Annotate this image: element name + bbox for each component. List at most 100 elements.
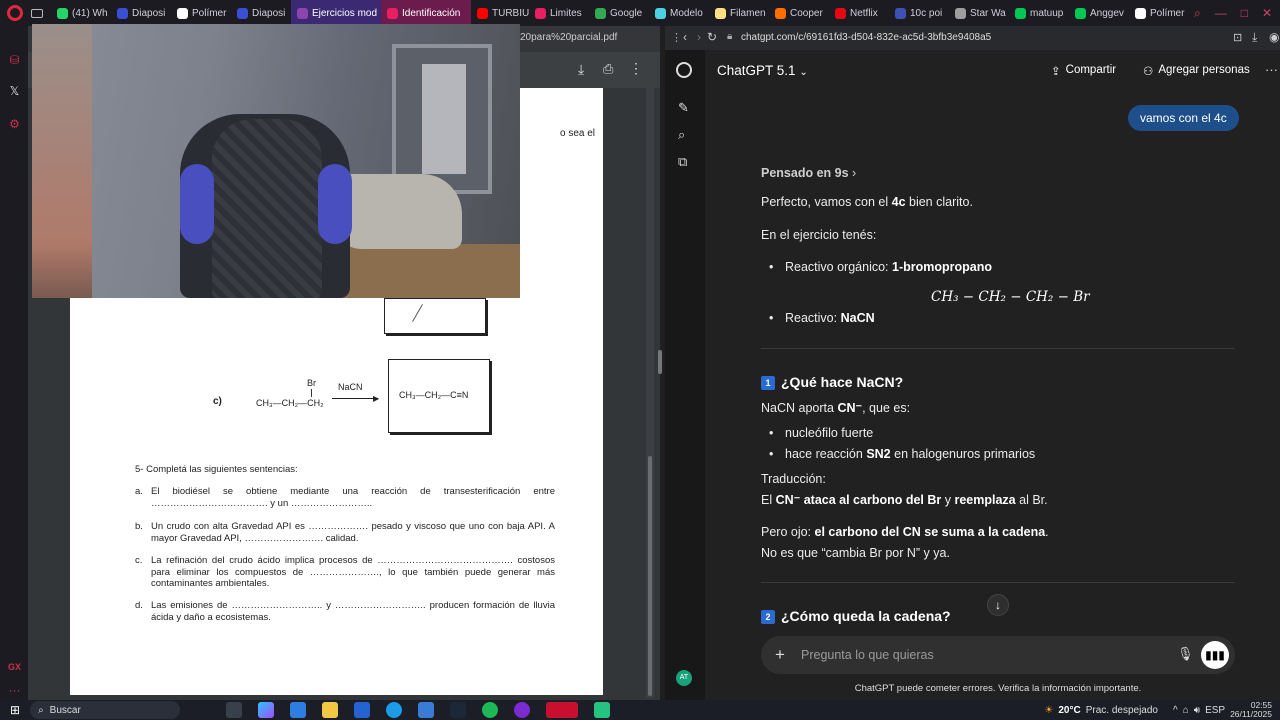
opera-gx-taskbar-icon[interactable] [546, 702, 579, 718]
webcam-overlay[interactable] [32, 24, 520, 298]
li4-post: en halogenuros primarios [890, 447, 1036, 461]
tab-overview-icon[interactable] [31, 8, 43, 18]
weather-temp[interactable]: 20°C [1058, 705, 1080, 716]
close-icon[interactable]: ✕ [1262, 6, 1272, 21]
browser-tab[interactable]: 10c poi [889, 0, 949, 26]
volume-icon[interactable]: 🔊︎ [1194, 705, 1200, 716]
share-icon: ⇪ [1051, 66, 1061, 78]
more-options-icon[interactable]: ··· [1265, 62, 1278, 77]
wallet-icon[interactable]: ⊡ [1233, 31, 1242, 44]
taskbar-search[interactable]: ⌕ Buscar [30, 701, 181, 719]
network-icon[interactable]: ⌂ [1183, 705, 1189, 716]
download-icon[interactable]: ⤓ [578, 61, 584, 78]
opera-logo-icon[interactable] [7, 5, 23, 21]
browser-tab[interactable]: (41) Wh [51, 0, 111, 26]
tab-favicon-icon [477, 7, 488, 19]
voice-mode-button[interactable]: ▮▮▮ [1201, 641, 1229, 669]
app-icon[interactable] [594, 702, 611, 718]
forward-icon[interactable]: › [697, 30, 701, 44]
new-chat-icon[interactable]: ✎ [678, 100, 689, 116]
windows-start-icon[interactable]: ⊞ [10, 703, 20, 717]
chat-input-box[interactable]: + Pregunta lo que quieras 🎙︎ ▮▮▮ [761, 636, 1235, 674]
browser-tab[interactable]: Modelo [649, 0, 709, 26]
pdf-url[interactable]: 20para%20parcial.pdf [520, 32, 617, 43]
download-icon[interactable]: ⤓ [1252, 30, 1257, 45]
app-icon[interactable] [418, 702, 435, 718]
thought-label[interactable]: Pensado en 9s › [761, 165, 1235, 182]
browser-tab[interactable]: TURBIU [471, 0, 529, 26]
weather-text[interactable]: Prac. despejado [1086, 705, 1158, 716]
browser-tab[interactable]: Star Wa [949, 0, 1009, 26]
discord-icon[interactable] [514, 702, 531, 718]
browser-tab[interactable]: Ejercicios mod [291, 0, 381, 26]
pdf-scrollbar-thumb[interactable] [648, 456, 652, 696]
tab-favicon-icon [535, 7, 546, 19]
shopping-icon[interactable]: ⛁ [8, 54, 21, 67]
file-explorer-icon[interactable] [322, 702, 339, 718]
browser-tab[interactable]: Filamen [709, 0, 769, 26]
new-tab-button[interactable]: + [1189, 0, 1191, 26]
browser-tab[interactable]: Diaposi [111, 0, 171, 26]
section-number-1: 1 [761, 376, 775, 390]
tab-favicon-icon [1135, 7, 1146, 19]
more-icon[interactable]: ··· [8, 684, 21, 697]
chevron-up-icon[interactable]: ^ [1173, 705, 1178, 716]
browser-tab[interactable]: Cooper [769, 0, 829, 26]
browser-tab[interactable]: matuup [1009, 0, 1069, 26]
search-icon[interactable]: ⌕ [1194, 6, 1201, 21]
language-indicator[interactable]: ESP [1205, 705, 1225, 716]
minimize-icon[interactable]: — [1215, 6, 1227, 21]
browser-tab[interactable]: Google [589, 0, 649, 26]
paragraph-7: No es que “cambia Br por N” y ya. [761, 546, 950, 560]
tab-favicon-icon [715, 7, 726, 19]
search-icon[interactable]: ⌕ [678, 127, 685, 143]
spotify-icon[interactable] [482, 702, 499, 718]
print-icon[interactable]: ⎙ [603, 61, 613, 77]
browser-tab[interactable]: Anggev [1069, 0, 1129, 26]
browser-tab[interactable]: Diaposi [231, 0, 291, 26]
clock[interactable]: 02:55 26/11/2025 [1230, 701, 1272, 719]
tab-label: Star Wa [970, 7, 1006, 19]
outlook-icon[interactable] [354, 702, 371, 718]
store-icon[interactable] [290, 702, 307, 718]
x-twitter-icon[interactable]: 𝕏 [8, 85, 21, 98]
browser-tab[interactable]: Limites [529, 0, 589, 26]
split-view-handle[interactable] [658, 350, 662, 374]
p1-pre: Perfecto, vamos con el [761, 195, 892, 209]
reload-icon[interactable]: ↻ [707, 30, 717, 44]
chat-url[interactable]: chatgpt.com/c/69161fd3-d504-832e-ac5d-3b… [741, 32, 991, 43]
li2-bold: NaCN [840, 311, 875, 325]
browser-tab[interactable]: Identificación [381, 0, 471, 26]
browser-tab[interactable]: Polímer [171, 0, 231, 26]
product-box: CH₃—CH₂—C≡N [388, 359, 490, 433]
gx-icon[interactable]: GX [8, 661, 21, 674]
edge-icon[interactable] [386, 702, 403, 718]
bond-line [311, 389, 312, 397]
copilot-icon[interactable] [258, 702, 275, 718]
steam-icon[interactable] [450, 702, 467, 718]
task-view-icon[interactable] [226, 702, 243, 718]
more-options-icon[interactable]: ⋮ [629, 60, 643, 77]
share-button[interactable]: ⇪ Compartir [1051, 64, 1116, 78]
user-avatar[interactable]: AT [676, 670, 692, 686]
settings-icon[interactable]: ⚙ [8, 118, 21, 131]
profile-icon[interactable]: ◉ [1269, 30, 1279, 44]
back-icon[interactable]: ‹ [683, 30, 687, 44]
chatgpt-logo-icon[interactable] [676, 62, 692, 78]
tab-list-icon[interactable]: ⋮ [671, 31, 682, 44]
maximize-icon[interactable]: □ [1241, 6, 1248, 21]
share-label: Compartir [1065, 64, 1117, 76]
add-people-button[interactable]: ⚇ Agregar personas [1143, 64, 1250, 78]
tab-label: Netflix [850, 7, 878, 19]
browser-tab[interactable]: Netflix [829, 0, 889, 26]
plus-icon[interactable]: + [775, 645, 785, 665]
chat-input[interactable]: Pregunta lo que quieras [801, 648, 934, 662]
model-selector[interactable]: ChatGPT 5.1 ⌄ [717, 63, 808, 78]
pdf-cut-text: o sea el [560, 128, 596, 139]
p3-pre: NaCN aporta [761, 401, 838, 415]
library-icon[interactable]: ⧉ [678, 154, 687, 170]
microphone-icon[interactable]: 🎙︎ [1177, 646, 1194, 662]
reagent-list: Reactivo: NaCN [761, 310, 1235, 327]
browser-tab[interactable]: Polímer [1129, 0, 1189, 26]
list-item: nucleófilo fuerte [761, 423, 1235, 444]
